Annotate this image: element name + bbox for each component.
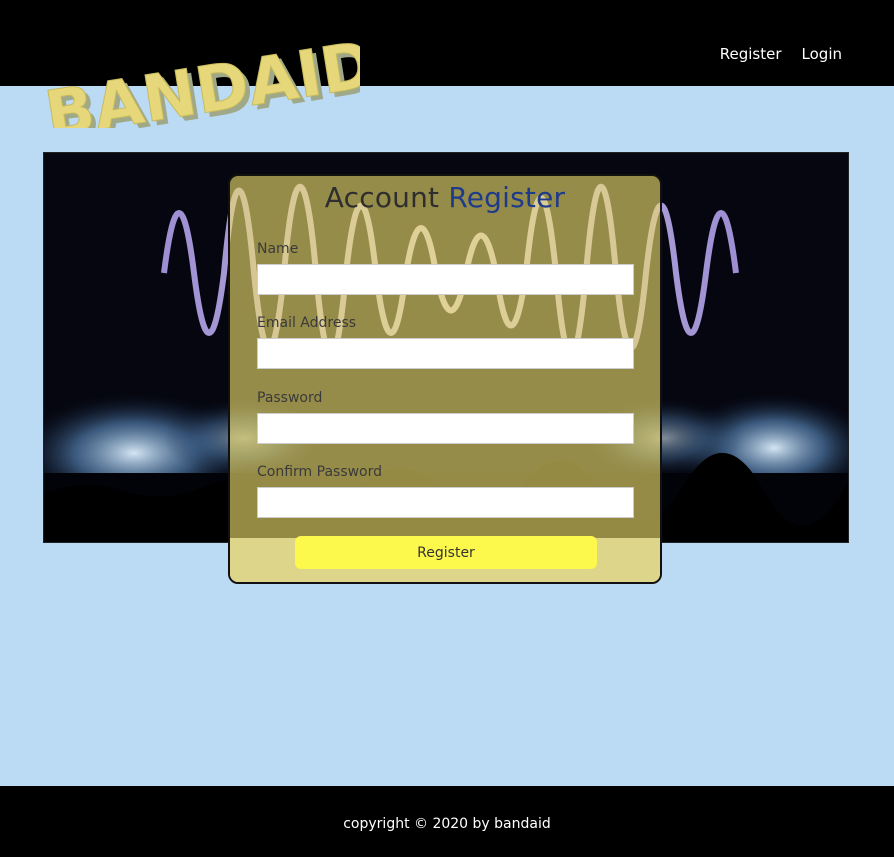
password-label: Password: [257, 390, 323, 406]
email-label: Email Address: [257, 315, 357, 331]
bandaid-logo[interactable]: BANDAID BANDAID: [40, 18, 384, 158]
title-register: Register: [448, 181, 566, 214]
copyright-text: copyright © 2020 by bandaid: [343, 816, 551, 832]
register-card: Account Register Name Email Address Pass…: [228, 174, 662, 584]
email-input[interactable]: [257, 338, 634, 369]
title-account: Account: [324, 181, 440, 214]
page-footer: copyright © 2020 by bandaid: [0, 786, 894, 857]
nav-login-link[interactable]: Login: [802, 45, 842, 63]
nav-register-link[interactable]: Register: [720, 45, 782, 63]
confirm-password-input[interactable]: [257, 487, 634, 518]
register-submit-button[interactable]: Register: [295, 536, 597, 569]
name-input[interactable]: [257, 264, 634, 295]
password-input[interactable]: [257, 413, 634, 444]
confirm-password-label: Confirm Password: [257, 464, 383, 480]
form-title: Account Register: [230, 181, 660, 214]
top-nav: Register Login: [720, 45, 842, 63]
name-label: Name: [257, 241, 299, 257]
